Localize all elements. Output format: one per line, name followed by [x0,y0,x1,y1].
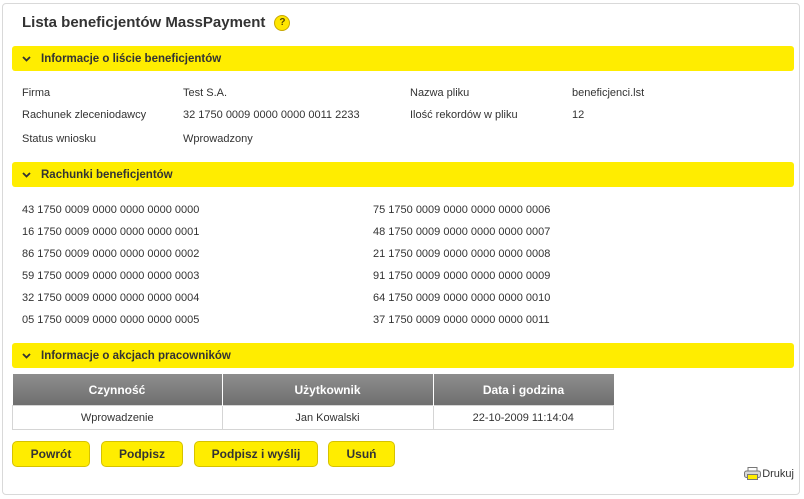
section-label: Rachunki beneficjentów [41,168,173,181]
status-value: Wprowadzony [183,133,253,145]
table-cell: Wprowadzenie [12,405,223,430]
file-name-label: Nazwa pliku [410,87,470,99]
account-number: 86 1750 0009 0000 0000 0000 0002 [22,248,200,260]
account-number: 91 1750 0009 0000 0000 0000 0009 [373,270,551,282]
sign-and-send-button[interactable]: Podpisz i wyślij [194,441,318,467]
account-number: 48 1750 0009 0000 0000 0000 0007 [373,226,551,238]
table-cell: Jan Kowalski [221,405,434,430]
page-title: Lista beneficjentów MassPayment [22,14,266,31]
page-title-row: Lista beneficjentów MassPayment ? [22,14,291,31]
rachunek-label: Rachunek zleceniodawcy [22,109,147,121]
section-label: Informacje o akcjach pracowników [41,349,231,362]
section-header-actions[interactable]: Informacje o akcjach pracowników [12,343,794,368]
account-number: 43 1750 0009 0000 0000 0000 0000 [22,204,200,216]
sign-button[interactable]: Podpisz [101,441,183,467]
printer-icon [744,467,762,480]
firma-label: Firma [22,87,51,99]
account-number: 64 1750 0009 0000 0000 0000 0010 [373,292,551,304]
account-number: 59 1750 0009 0000 0000 0000 0003 [22,270,200,282]
actions-table: Czynność Użytkownik Data i godzina Wprow… [12,374,614,430]
column-header-action: Czynność [12,374,223,406]
table-row: Wprowadzenie Jan Kowalski 22-10-2009 11:… [12,405,614,430]
chevron-down-icon [22,54,32,64]
account-number: 32 1750 0009 0000 0000 0000 0004 [22,292,200,304]
status-label: Status wniosku [22,133,96,145]
print-label: Drukuj [762,467,794,480]
chevron-down-icon [22,351,32,361]
print-link[interactable]: Drukuj [744,467,794,480]
table-header-row: Czynność Użytkownik Data i godzina [12,374,614,406]
chevron-down-icon [22,170,32,180]
column-header-datetime: Data i godzina [433,374,614,406]
file-name-value: beneficjenci.lst [572,87,645,99]
account-number: 21 1750 0009 0000 0000 0000 0008 [373,248,551,260]
section-header-info[interactable]: Informacje o liście beneficjentów [12,46,794,71]
firma-value: Test S.A. [183,87,228,99]
help-icon[interactable]: ? [274,14,291,31]
record-count-label: Ilość rekordów w pliku [410,109,518,121]
delete-button[interactable]: Usuń [328,441,395,467]
column-header-user: Użytkownik [222,374,434,406]
account-number: 75 1750 0009 0000 0000 0000 0006 [373,204,551,216]
rachunek-value: 32 1750 0009 0000 0000 0011 2233 [183,109,360,121]
back-button[interactable]: Powrót [12,441,90,467]
section-label: Informacje o liście beneficjentów [41,52,222,65]
table-cell: 22-10-2009 11:14:04 [432,405,614,430]
account-number: 05 1750 0009 0000 0000 0000 0005 [22,314,200,326]
section-header-accounts[interactable]: Rachunki beneficjentów [12,162,794,187]
account-number: 37 1750 0009 0000 0000 0000 0011 [373,314,550,326]
record-count-value: 12 [572,109,585,121]
account-number: 16 1750 0009 0000 0000 0000 0001 [22,226,200,238]
